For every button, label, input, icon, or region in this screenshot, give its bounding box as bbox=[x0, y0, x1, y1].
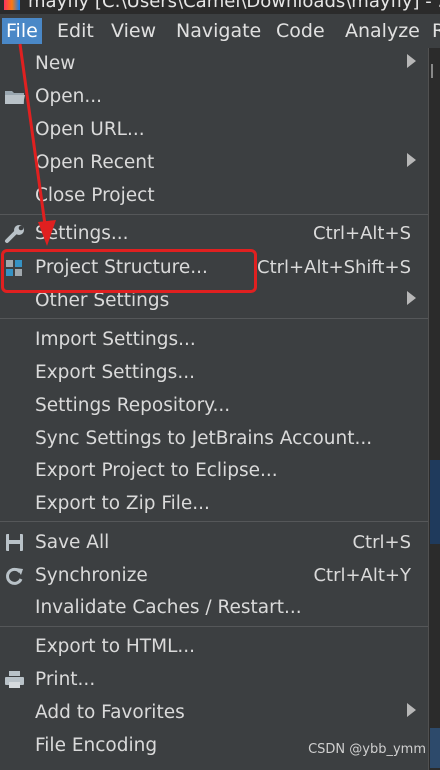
menu-item-export-settings[interactable]: Export Settings... bbox=[0, 357, 428, 389]
watermark-text: CSDN @ybb_ymm bbox=[308, 742, 426, 757]
save-icon bbox=[4, 533, 26, 553]
menu-item-export-html[interactable]: Export to HTML... bbox=[0, 631, 428, 663]
menu-item-sync-settings[interactable]: Sync Settings to JetBrains Account... bbox=[0, 423, 428, 455]
menu-separator bbox=[0, 521, 428, 522]
menu-item-shortcut: Ctrl+Alt+Shift+S bbox=[257, 257, 411, 278]
print-icon bbox=[4, 670, 26, 690]
menu-item-label: Settings... bbox=[35, 223, 129, 244]
menu-code[interactable]: Code bbox=[276, 18, 325, 44]
menu-item-shortcut: Ctrl+Alt+S bbox=[313, 223, 411, 244]
menu-item-add-to-favorites[interactable]: Add to Favorites bbox=[0, 697, 428, 729]
editor-background bbox=[428, 48, 440, 770]
menu-item-label: Sync Settings to JetBrains Account... bbox=[35, 428, 373, 449]
menu-item-invalidate-caches[interactable]: Invalidate Caches / Restart... bbox=[0, 592, 428, 624]
folder-icon bbox=[4, 87, 26, 107]
menu-item-export-eclipse[interactable]: Export Project to Eclipse... bbox=[0, 455, 428, 487]
menu-item-synchronize[interactable]: Synchronize Ctrl+Alt+Y bbox=[0, 560, 428, 592]
menu-item-shortcut: Ctrl+Alt+Y bbox=[313, 565, 411, 586]
menu-item-new[interactable]: New bbox=[0, 48, 428, 80]
editor-highlight bbox=[430, 460, 440, 544]
submenu-arrow-icon bbox=[407, 703, 416, 717]
window-titlebar: mayfly [C:\Users\Camel\Downloads\mayfly]… bbox=[0, 0, 440, 14]
submenu-arrow-icon bbox=[407, 54, 416, 68]
menu-item-import-settings[interactable]: Import Settings... bbox=[0, 324, 428, 356]
menu-navigate[interactable]: Navigate bbox=[176, 18, 261, 44]
menu-item-label: Export to Zip File... bbox=[35, 493, 210, 514]
menu-item-label: Synchronize bbox=[35, 565, 148, 586]
menu-separator bbox=[0, 214, 428, 215]
menu-item-label: Export Project to Eclipse... bbox=[35, 460, 278, 481]
menu-item-label: New bbox=[35, 53, 76, 74]
menu-item-save-all[interactable]: Save All Ctrl+S bbox=[0, 527, 428, 559]
menu-analyze[interactable]: Analyze bbox=[345, 18, 420, 44]
window-title: mayfly [C:\Users\Camel\Downloads\mayfly]… bbox=[28, 0, 440, 12]
menu-view[interactable]: View bbox=[111, 18, 156, 44]
editor-tick bbox=[431, 64, 433, 78]
menu-item-label: File Encoding bbox=[35, 735, 158, 756]
submenu-arrow-icon bbox=[407, 153, 416, 167]
menu-item-shortcut: Ctrl+S bbox=[352, 532, 411, 553]
annotation-highlight-box bbox=[1, 249, 257, 293]
menu-item-open[interactable]: Open... bbox=[0, 81, 428, 113]
menu-item-label: Open URL... bbox=[35, 119, 145, 140]
menu-item-settings-repository[interactable]: Settings Repository... bbox=[0, 390, 428, 422]
submenu-arrow-icon bbox=[407, 291, 416, 305]
menu-item-close-project[interactable]: Close Project bbox=[0, 180, 428, 212]
sync-icon bbox=[4, 566, 26, 586]
menu-item-settings[interactable]: Settings... Ctrl+Alt+S bbox=[0, 218, 428, 250]
menu-item-label: Export Settings... bbox=[35, 362, 195, 383]
menu-item-label: Settings Repository... bbox=[35, 395, 231, 416]
menu-item-label: Close Project bbox=[35, 185, 155, 206]
wrench-icon bbox=[4, 224, 26, 244]
menu-item-label: Print... bbox=[35, 669, 96, 690]
menu-separator bbox=[0, 626, 428, 627]
app-icon bbox=[4, 0, 20, 10]
menu-item-label: Add to Favorites bbox=[35, 702, 185, 723]
menu-item-open-recent[interactable]: Open Recent bbox=[0, 147, 428, 179]
menu-item-label: Save All bbox=[35, 532, 110, 553]
file-menu-dropdown: New Open... Open URL... Open Recent Clos… bbox=[0, 48, 429, 770]
menu-item-export-zip[interactable]: Export to Zip File... bbox=[0, 488, 428, 520]
menu-item-open-url[interactable]: Open URL... bbox=[0, 114, 428, 146]
editor-highlight bbox=[430, 728, 440, 768]
menu-bar: File Edit View Navigate Code Analyze R bbox=[0, 14, 440, 48]
menu-refactor[interactable]: R bbox=[432, 18, 440, 44]
menu-item-label: Open... bbox=[35, 86, 103, 107]
menu-item-label: Invalidate Caches / Restart... bbox=[35, 597, 302, 618]
menu-item-label: Export to HTML... bbox=[35, 636, 196, 657]
menu-edit[interactable]: Edit bbox=[57, 18, 94, 44]
menu-item-label: Open Recent bbox=[35, 152, 155, 173]
menu-file[interactable]: File bbox=[2, 18, 42, 44]
menu-item-print[interactable]: Print... bbox=[0, 664, 428, 696]
menu-item-label: Import Settings... bbox=[35, 329, 196, 350]
menu-separator bbox=[0, 318, 428, 319]
